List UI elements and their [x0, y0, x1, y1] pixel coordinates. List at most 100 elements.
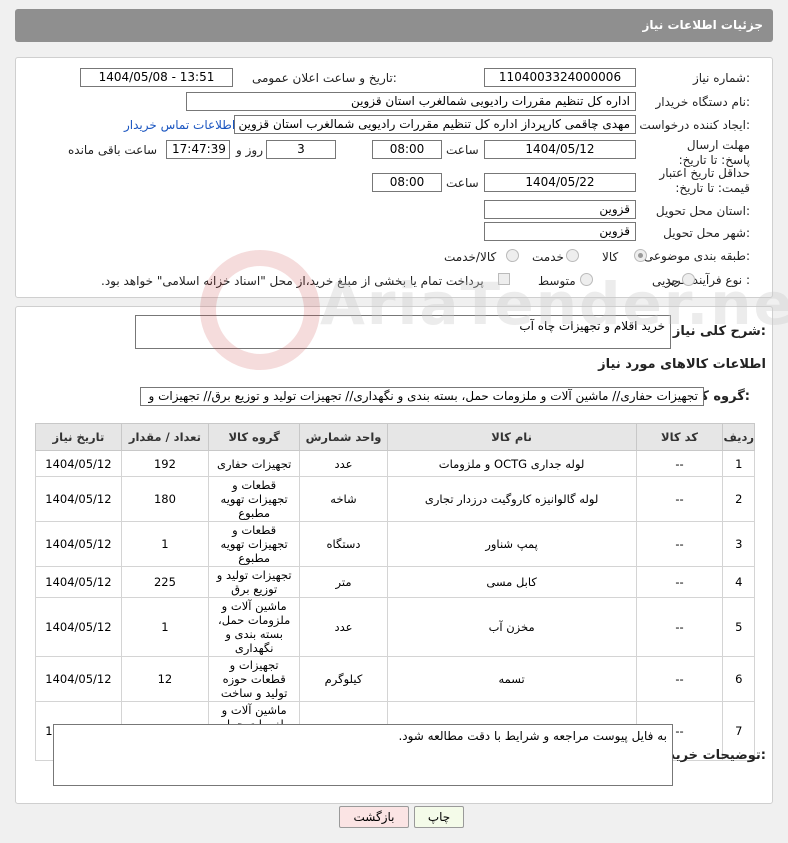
cell-group: قطعات و تجهیزات تهویه مطبوع — [207, 521, 301, 567]
cell-idx: 3 — [722, 521, 755, 567]
process-option-minor: جزیی — [652, 274, 680, 288]
cell-group: قطعات و تجهیزات تهویه مطبوع — [207, 476, 301, 522]
cell-group: تجهیزات تولید و توزیع برق — [207, 566, 301, 598]
page-header: جزئیات اطلاعات نیاز — [15, 9, 773, 42]
summary-field[interactable]: خرید اقلام و تجهیزات چاه آب — [135, 315, 671, 349]
category-option-goods: کالا — [602, 250, 619, 264]
cell-code: -- — [635, 566, 724, 598]
category-radio-service[interactable] — [566, 249, 579, 262]
th-unit: واحد شمارش — [299, 423, 388, 451]
process-radio-medium[interactable] — [580, 273, 593, 286]
cell-name: پمپ شناور — [386, 521, 637, 567]
process-option-medium: متوسط — [538, 274, 576, 288]
category-radio-both[interactable] — [506, 249, 519, 262]
cell-qty: 192 — [120, 450, 209, 477]
cell-date: 1404/05/12 — [35, 450, 122, 477]
process-radio-minor[interactable] — [682, 273, 695, 286]
table-row[interactable]: 2 -- لوله گالوانیزه کاروگیت درزدار تجاری… — [35, 476, 755, 522]
table-row[interactable]: 5 -- مخزن آب عدد ماشین آلات و ملزومات حم… — [35, 597, 755, 657]
need-info-panel: شماره نیاز: 1104003324000006 تاریخ و ساع… — [15, 57, 773, 298]
cell-name: لوله جداری OCTG و ملزومات — [386, 450, 637, 477]
cell-idx: 6 — [722, 656, 755, 702]
table-row[interactable]: 1 -- لوله جداری OCTG و ملزومات عدد تجهیز… — [35, 450, 755, 477]
print-button[interactable]: چاپ — [414, 806, 464, 828]
category-radio-goods[interactable] — [634, 249, 647, 262]
reply-time-label: ساعت — [446, 143, 479, 157]
cell-idx: 5 — [722, 597, 755, 657]
cell-date: 1404/05/12 — [35, 656, 122, 702]
announce-field[interactable]: 1404/05/08 - 13:51 — [80, 68, 233, 87]
treasury-payment-checkbox[interactable] — [498, 273, 510, 285]
city-field[interactable]: قزوین — [484, 222, 636, 241]
cell-code: -- — [635, 656, 724, 702]
creator-label: ایجاد کننده درخواست: — [639, 118, 750, 132]
days-label: روز و — [236, 143, 263, 157]
goods-table: ردیف کد کالا نام کالا واحد شمارش گروه کا… — [35, 423, 755, 761]
cell-idx: 1 — [722, 450, 755, 477]
cell-qty: 1 — [120, 597, 209, 657]
th-group: گروه کالا — [207, 423, 301, 451]
cell-unit: عدد — [299, 450, 388, 477]
th-name: نام کالا — [386, 423, 637, 451]
back-button[interactable]: بازگشت — [339, 806, 409, 828]
buyer-notes-field[interactable]: به فایل پیوست مراجعه و شرایط با دقت مطال… — [53, 724, 673, 786]
remaining-label: ساعت باقی مانده — [68, 143, 158, 157]
buyer-org-label: نام دستگاه خریدار: — [655, 95, 751, 109]
need-details-panel: شرح کلی نیاز: خرید اقلام و تجهیزات چاه آ… — [15, 306, 773, 804]
cell-group: تجهیزات حفاری — [207, 450, 301, 477]
cell-date: 1404/05/12 — [35, 597, 122, 657]
goods-info-title: اطلاعات کالاهای مورد نیاز — [598, 357, 766, 372]
cell-unit: کیلوگرم — [299, 656, 388, 702]
category-option-both: کالا/خدمت — [444, 250, 497, 264]
need-number-field[interactable]: 1104003324000006 — [484, 68, 636, 87]
cell-qty: 1 — [120, 521, 209, 567]
th-qty: تعداد / مقدار — [120, 423, 209, 451]
th-row: ردیف — [722, 423, 755, 451]
cell-qty: 180 — [120, 476, 209, 522]
need-number-label: شماره نیاز: — [692, 71, 750, 85]
price-validity-label: حداقل تاریخ اعتبار قیمت: تا تاریخ: — [659, 166, 750, 195]
city-label: شهر محل تحویل: — [663, 226, 750, 240]
price-date-field[interactable]: 1404/05/22 — [484, 173, 636, 192]
cell-unit: شاخه — [299, 476, 388, 522]
reply-deadline-label: مهلت ارسال پاسخ: تا تاریخ: — [678, 138, 750, 167]
cell-unit: دستگاه — [299, 521, 388, 567]
cell-date: 1404/05/12 — [35, 566, 122, 598]
province-field[interactable]: قزوین — [484, 200, 636, 219]
cell-date: 1404/05/12 — [35, 476, 122, 522]
cell-qty: 225 — [120, 566, 209, 598]
reply-days-field[interactable]: 3 — [266, 140, 336, 159]
table-row[interactable]: 3 -- پمپ شناور دستگاه قطعات و تجهیزات ته… — [35, 521, 755, 567]
cell-code: -- — [635, 476, 724, 522]
table-row[interactable]: 6 -- تسمه کیلوگرم تجهیزات و قطعات حوزه ت… — [35, 656, 755, 702]
payment-note: پرداخت تمام یا بخشی از مبلغ خرید،از محل … — [101, 274, 484, 288]
table-row[interactable]: 4 -- کابل مسی متر تجهیزات تولید و توزیع … — [35, 566, 755, 598]
province-label: استان محل تحویل: — [655, 204, 750, 218]
cell-unit: عدد — [299, 597, 388, 657]
remaining-time-field[interactable]: 17:47:39 — [166, 140, 230, 159]
cell-code: -- — [635, 597, 724, 657]
cell-idx: 2 — [722, 476, 755, 522]
buyer-org-field[interactable]: اداره کل تنظیم مقررات رادیویی شمالغرب اس… — [186, 92, 636, 111]
cell-group: تجهیزات و قطعات حوزه تولید و ساخت — [207, 656, 301, 702]
table-header-row: ردیف کد کالا نام کالا واحد شمارش گروه کا… — [35, 423, 755, 451]
reply-time-field[interactable]: 08:00 — [372, 140, 442, 159]
cell-date: 1404/05/12 — [35, 521, 122, 567]
th-date: تاریخ نیاز — [35, 423, 122, 451]
summary-label: شرح کلی نیاز: — [672, 324, 766, 339]
buyer-contact-link[interactable]: اطلاعات تماس خریدار — [124, 118, 235, 132]
reply-date-field[interactable]: 1404/05/12 — [484, 140, 636, 159]
price-time-label: ساعت — [446, 176, 479, 190]
cell-name: تسمه — [386, 656, 637, 702]
cell-group: ماشین آلات و ملزومات حمل، بسته بندی و نگ… — [207, 597, 301, 657]
price-time-field[interactable]: 08:00 — [372, 173, 442, 192]
page-title: جزئیات اطلاعات نیاز — [642, 18, 763, 32]
category-label: طبقه بندی موضوعی: — [643, 249, 750, 263]
cell-unit: متر — [299, 566, 388, 598]
creator-field[interactable]: مهدی چاقمی کارپرداز اداره کل تنظیم مقررا… — [234, 115, 636, 134]
cell-name: لوله گالوانیزه کاروگیت درزدار تجاری — [386, 476, 637, 522]
announce-label: تاریخ و ساعت اعلان عمومی: — [252, 71, 397, 85]
th-code: کد کالا — [635, 423, 724, 451]
cell-qty: 12 — [120, 656, 209, 702]
goods-group-field[interactable]: تجهیزات حفاری// ماشین آلات و ملزومات حمل… — [140, 387, 704, 406]
